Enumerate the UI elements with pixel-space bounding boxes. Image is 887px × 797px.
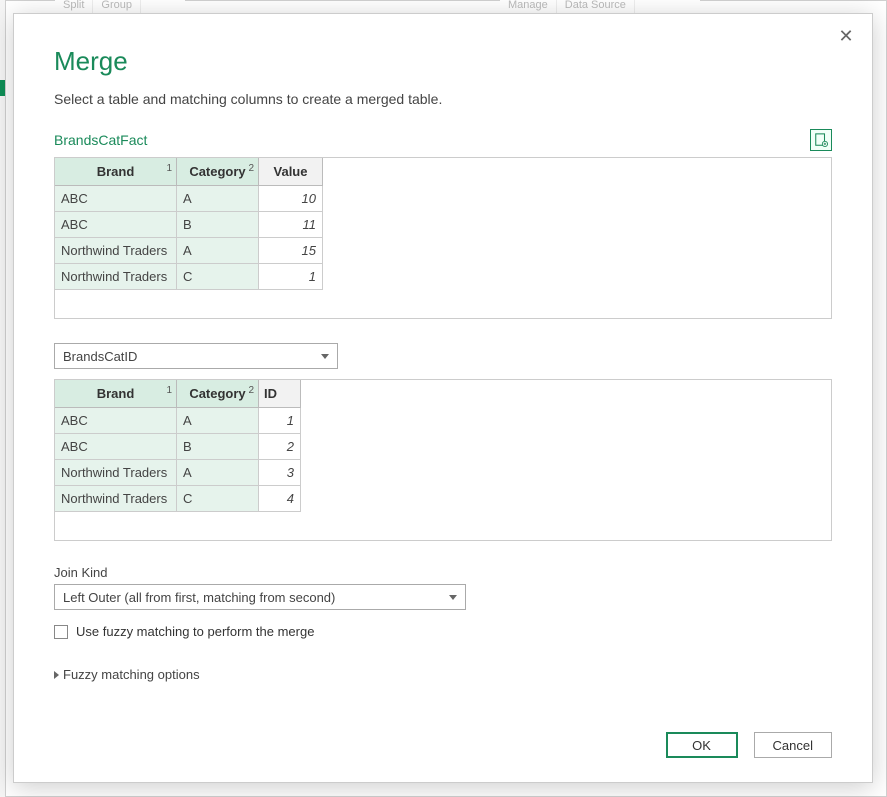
col-header[interactable]: ID xyxy=(260,386,299,401)
cell: ABC xyxy=(55,434,177,460)
sort-order-badge: 2 xyxy=(248,385,254,396)
sort-order-badge: 1 xyxy=(166,385,172,396)
ok-button-label: OK xyxy=(692,738,711,753)
sort-order-badge: 2 xyxy=(248,163,254,174)
col-header[interactable]: Category xyxy=(178,386,257,401)
primary-table-preview[interactable]: Brand1 Category2 Value ABCA10 ABCB11 Nor… xyxy=(54,157,832,319)
join-kind-selector[interactable]: Left Outer (all from first, matching fro… xyxy=(54,584,466,610)
fuzzy-match-label: Use fuzzy matching to perform the merge xyxy=(76,624,314,639)
cell: ABC xyxy=(55,408,177,434)
cell: A xyxy=(177,460,259,486)
checkbox-icon xyxy=(54,625,68,639)
cancel-button[interactable]: Cancel xyxy=(754,732,832,758)
close-icon: ✕ xyxy=(838,27,853,45)
cell: 2 xyxy=(259,434,301,460)
ribbon-item: Data Source xyxy=(557,0,635,14)
secondary-table-selected: BrandsCatID xyxy=(63,349,137,364)
cell: Northwind Traders xyxy=(55,486,177,512)
fuzzy-options-label: Fuzzy matching options xyxy=(63,667,200,682)
sort-order-badge: 1 xyxy=(166,163,172,174)
cell: A xyxy=(177,408,259,434)
join-kind-selected: Left Outer (all from first, matching fro… xyxy=(63,590,335,605)
ribbon-item: Split xyxy=(55,0,93,14)
cell: 3 xyxy=(259,460,301,486)
merge-dialog: ✕ Merge Select a table and matching colu… xyxy=(13,13,873,783)
secondary-table-selector[interactable]: BrandsCatID xyxy=(54,343,338,369)
col-header[interactable]: Brand xyxy=(56,164,175,179)
col-header[interactable]: Brand xyxy=(56,386,175,401)
ribbon-item: Group xyxy=(93,0,141,14)
cell: A xyxy=(177,186,259,212)
cell: B xyxy=(177,434,259,460)
cell: 1 xyxy=(259,264,323,290)
cell: 11 xyxy=(259,212,323,238)
chevron-down-icon xyxy=(321,354,329,359)
cell: 1 xyxy=(259,408,301,434)
cell: Northwind Traders xyxy=(55,238,177,264)
row-selection-strip xyxy=(0,80,5,96)
cell: 15 xyxy=(259,238,323,264)
caret-right-icon xyxy=(54,671,59,679)
expand-table-icon xyxy=(814,133,828,147)
chevron-down-icon xyxy=(449,595,457,600)
cell: Northwind Traders xyxy=(55,460,177,486)
cell: B xyxy=(177,212,259,238)
cell: C xyxy=(177,264,259,290)
cell: C xyxy=(177,486,259,512)
join-kind-label: Join Kind xyxy=(54,565,832,580)
close-button[interactable]: ✕ xyxy=(834,24,858,48)
col-header[interactable]: Category xyxy=(178,164,257,179)
col-header[interactable]: Value xyxy=(260,164,321,179)
primary-table-name: BrandsCatFact xyxy=(54,132,147,148)
cell: ABC xyxy=(55,186,177,212)
cancel-button-label: Cancel xyxy=(773,738,813,753)
secondary-table-preview[interactable]: Brand1 Category2 ID ABCA1 ABCB2 Northwin… xyxy=(54,379,832,541)
fuzzy-match-checkbox[interactable]: Use fuzzy matching to perform the merge xyxy=(54,624,832,639)
cell: A xyxy=(177,238,259,264)
cell: Northwind Traders xyxy=(55,264,177,290)
cell: 10 xyxy=(259,186,323,212)
ok-button[interactable]: OK xyxy=(666,732,738,758)
ribbon-item: Manage xyxy=(500,0,557,14)
cell: ABC xyxy=(55,212,177,238)
cell: 4 xyxy=(259,486,301,512)
dialog-subtitle: Select a table and matching columns to c… xyxy=(54,91,832,107)
expand-table-button[interactable] xyxy=(810,129,832,151)
dialog-title: Merge xyxy=(54,46,832,77)
fuzzy-options-expander[interactable]: Fuzzy matching options xyxy=(54,667,832,682)
